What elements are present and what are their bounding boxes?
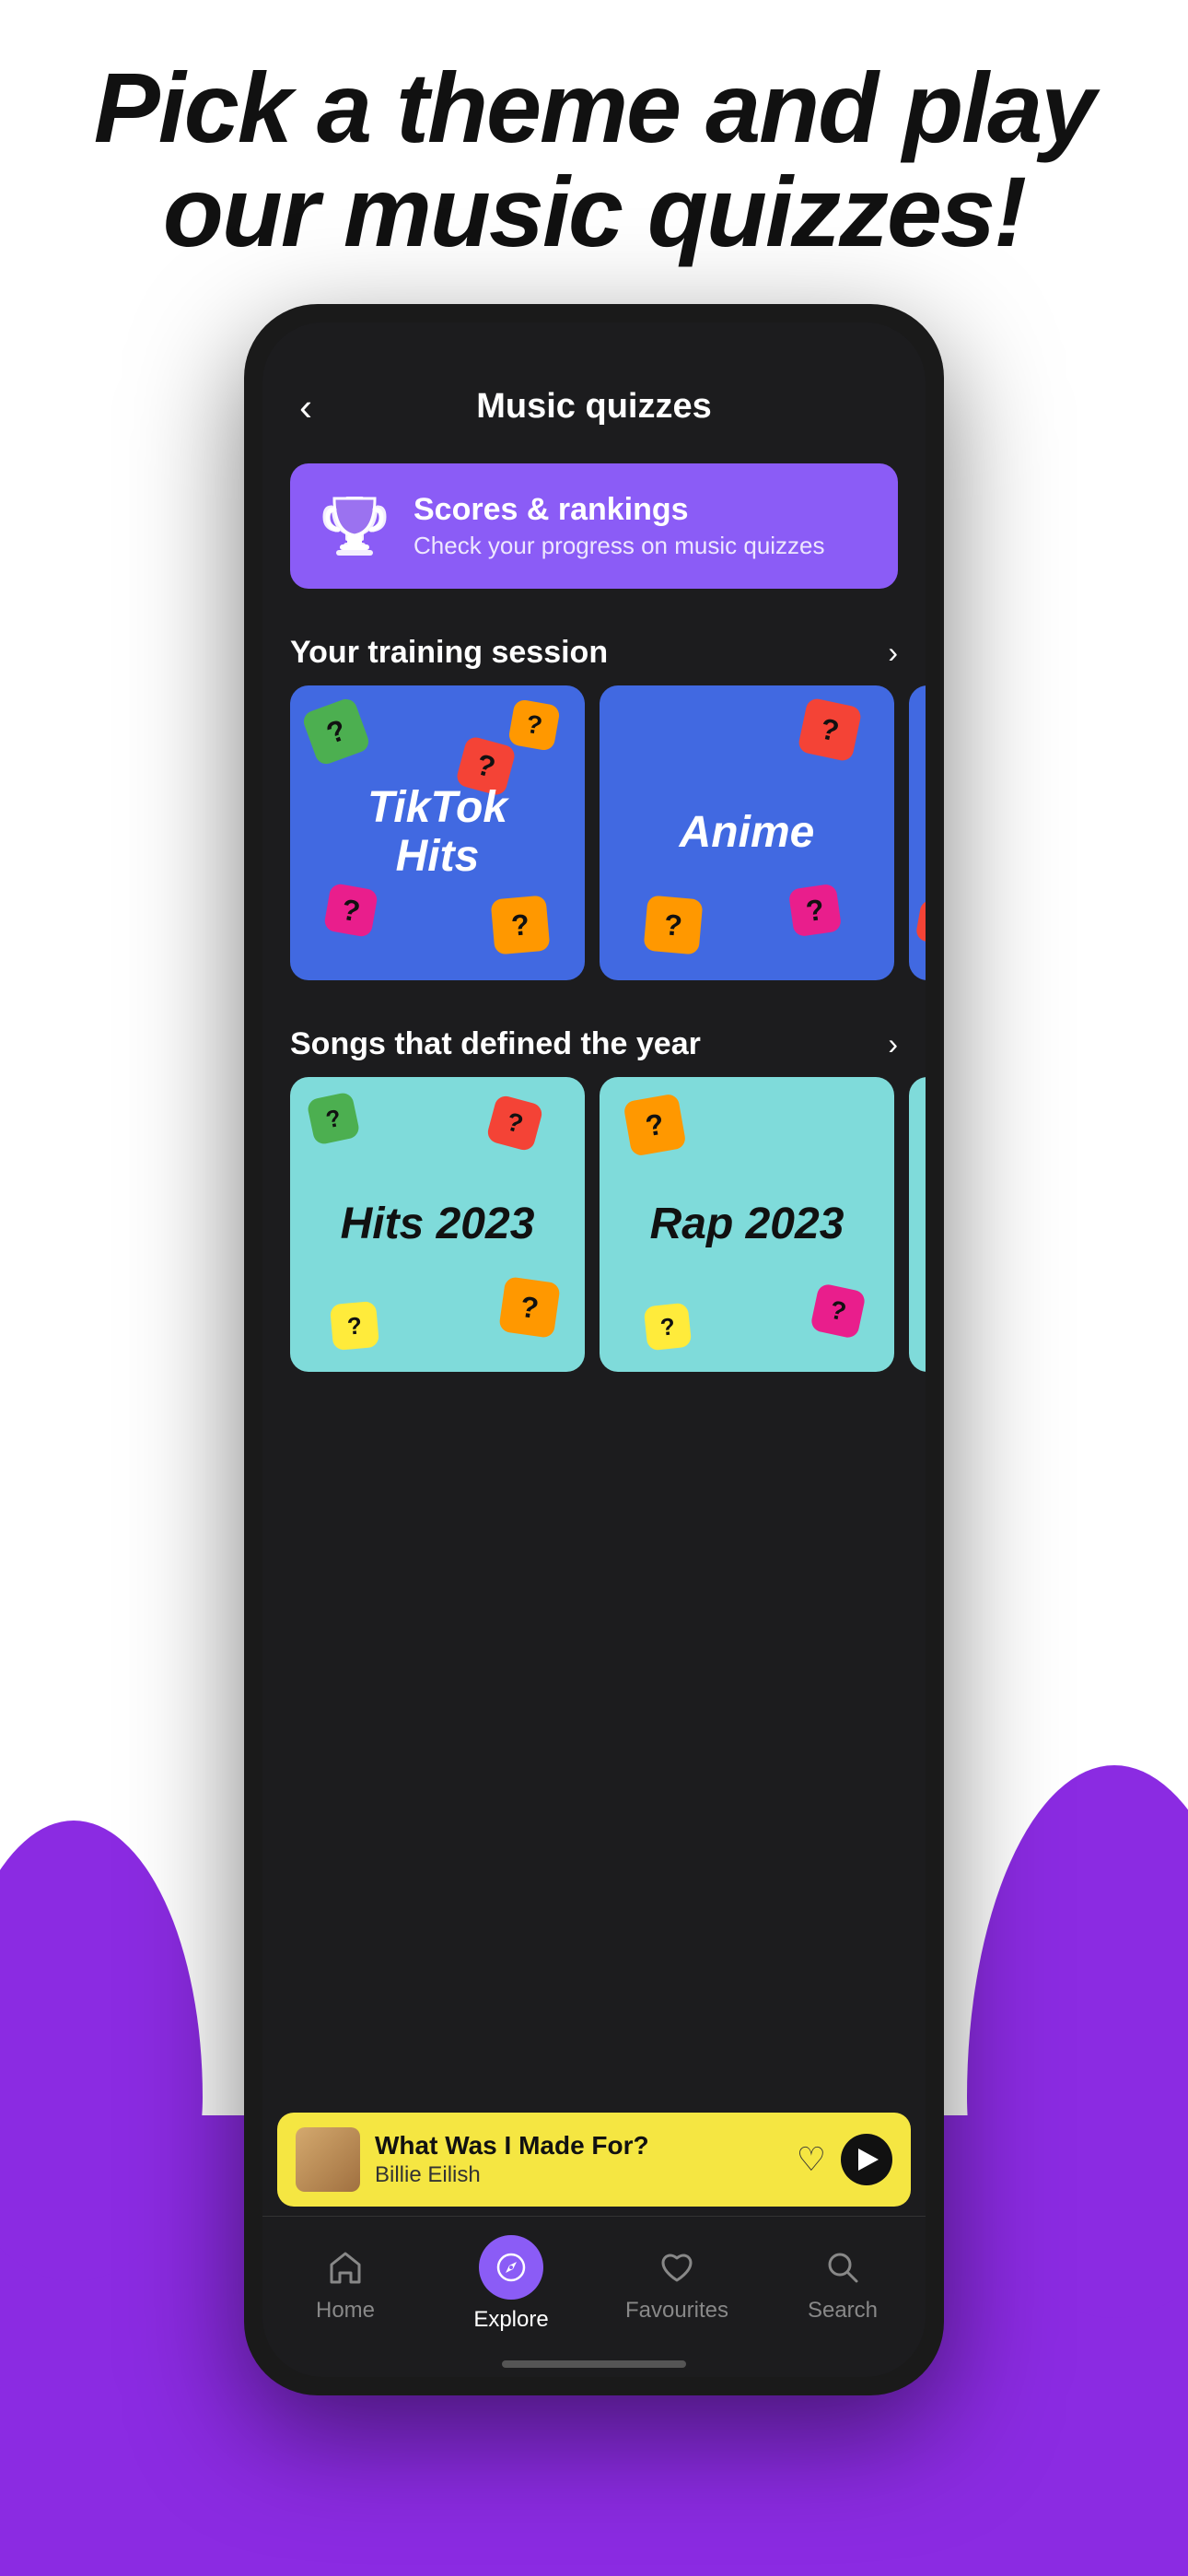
phone-inner: ‹ Music quizzes [262,322,926,2377]
bg-blob-left [0,1821,203,2281]
np-play-button[interactable] [841,2134,892,2185]
screen-title: Music quizzes [476,387,712,427]
partial-card-2 [909,1077,926,1372]
rap-2023-label: Rap 2023 [650,1200,844,1249]
training-cards-row: ? ? ? ? ? TikTokHits ? ? ? Anime ? [262,685,926,999]
year-section-title: Songs that defined the year [290,1026,701,1062]
favourites-label: Favourites [625,2298,728,2324]
training-section-arrow: › [888,636,898,670]
hits-2023-card[interactable]: ? ? ? ? Hits 2023 [290,1077,585,1372]
hits-2023-label: Hits 2023 [341,1200,535,1249]
status-bar [262,322,926,369]
phone-outer: ‹ Music quizzes [244,304,944,2395]
np-heart-button[interactable]: ♡ [797,2140,826,2179]
home-indicator [502,2360,686,2368]
rap-2023-card[interactable]: ? ? ? Rap 2023 [600,1077,894,1372]
anime-label: Anime [680,809,815,858]
home-label: Home [316,2298,375,2324]
bg-blob-right [967,1765,1188,2318]
anime-card[interactable]: ? ? ? Anime [600,685,894,980]
nav-item-home[interactable]: Home [290,2244,401,2324]
headline-line1: Pick a theme and play [94,52,1094,163]
scores-title: Scores & rankings [413,492,825,528]
back-button[interactable]: ‹ [299,385,312,429]
partial-card-1: ? [909,685,926,980]
year-section-header[interactable]: Songs that defined the year › [262,999,926,1077]
trophy-icon [318,489,391,563]
np-thumbnail [296,2127,360,2192]
content-spacer [262,1390,926,2103]
page-headline: Pick a theme and play our music quizzes! [0,55,1188,264]
search-label: Search [808,2298,878,2324]
training-section-header[interactable]: Your training session › [262,607,926,685]
scores-subtitle: Check your progress on music quizzes [413,532,825,560]
tiktok-hits-card[interactable]: ? ? ? ? ? TikTokHits [290,685,585,980]
play-icon [858,2149,879,2171]
nav-item-favourites[interactable]: Favourites [622,2244,732,2324]
np-artist: Billie Eilish [375,2162,782,2188]
bottom-nav: Home Explore [262,2216,926,2360]
np-title: What Was I Made For? [375,2131,782,2160]
now-playing-bar[interactable]: What Was I Made For? Billie Eilish ♡ [277,2113,911,2207]
favourites-icon [654,2244,700,2290]
explore-icon [479,2235,543,2300]
year-cards-row: ? ? ? ? Hits 2023 ? ? ? Rap 2023 [262,1077,926,1390]
nav-item-explore[interactable]: Explore [456,2235,566,2333]
nav-item-search[interactable]: Search [787,2244,898,2324]
phone-wrapper: ‹ Music quizzes [244,304,944,2395]
app-header: ‹ Music quizzes [262,369,926,445]
training-section-title: Your training session [290,635,608,671]
headline-line2: our music quizzes! [163,156,1025,267]
tiktok-hits-label: TikTokHits [367,784,507,882]
search-icon [820,2244,866,2290]
explore-label: Explore [473,2307,548,2333]
scores-text: Scores & rankings Check your progress on… [413,492,825,560]
explore-active-bg [479,2235,543,2300]
home-icon [322,2244,368,2290]
scores-rankings-card[interactable]: Scores & rankings Check your progress on… [290,463,898,589]
year-section-arrow: › [888,1027,898,1061]
np-thumbnail-image [296,2127,360,2192]
np-info: What Was I Made For? Billie Eilish [375,2131,782,2188]
